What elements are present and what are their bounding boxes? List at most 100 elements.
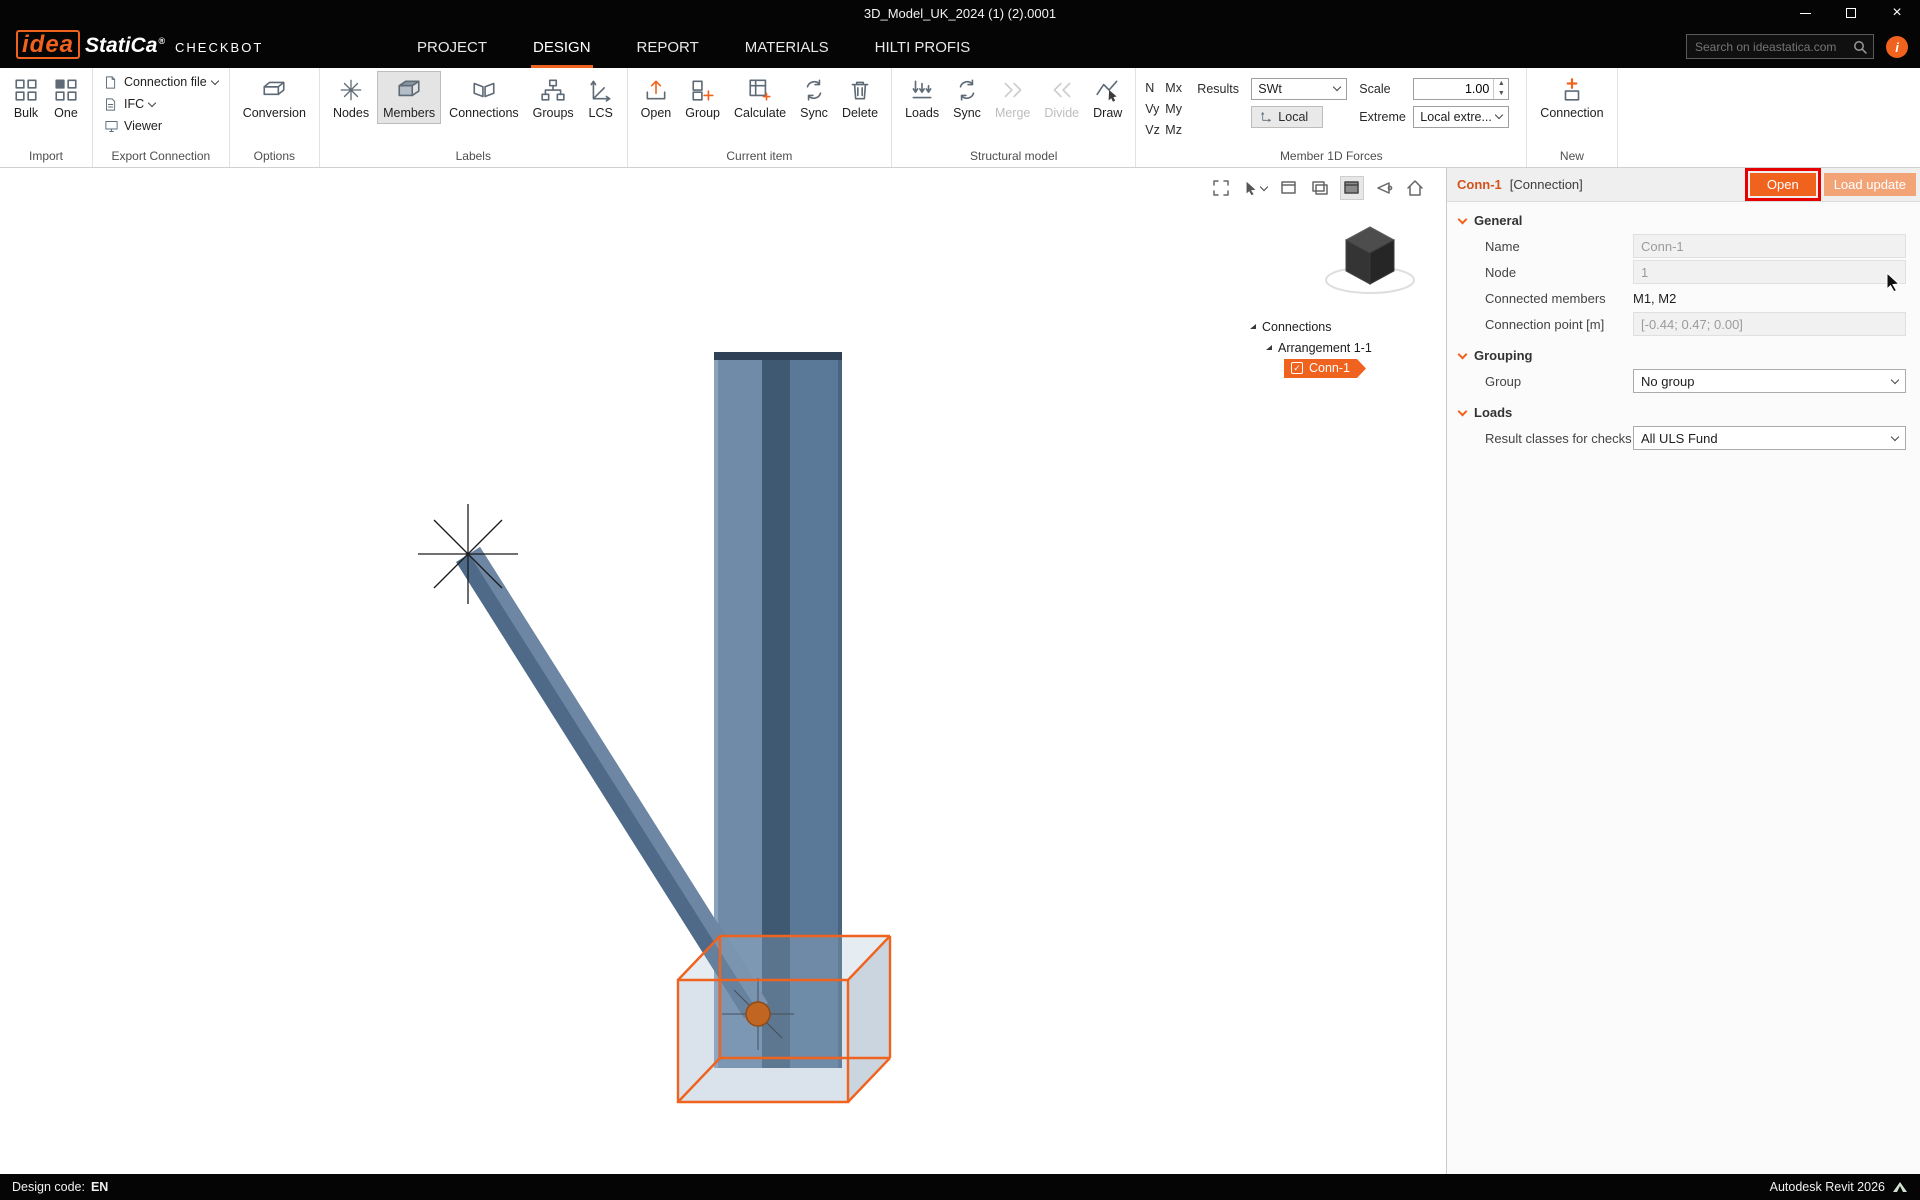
section-grouping: Grouping Group No group	[1447, 337, 1920, 394]
local-toggle-button[interactable]: Local	[1251, 106, 1323, 128]
chevron-down-icon	[1495, 111, 1503, 119]
scale-input[interactable]	[1414, 79, 1493, 99]
sync-item-button[interactable]: Sync	[794, 71, 834, 124]
result-classes-dropdown[interactable]: All ULS Fund	[1633, 426, 1906, 450]
lcs-button[interactable]: LCS	[582, 71, 620, 124]
tab-design[interactable]: DESIGN	[531, 31, 593, 68]
merge-icon	[1000, 77, 1026, 103]
tree-item-connections[interactable]: Connections	[1250, 316, 1420, 337]
view-window-2-button[interactable]	[1309, 177, 1331, 199]
close-button[interactable]: ×	[1874, 0, 1920, 26]
section-collapse-icon[interactable]	[1458, 406, 1468, 416]
title-and-menu-bar: 3D_Model_UK_2024 (1) (2).0001 × idea Sta…	[0, 0, 1920, 68]
source-app-label: Autodesk Revit 2026	[1770, 1180, 1885, 1194]
new-connection-button[interactable]: Connection	[1534, 71, 1609, 124]
bulk-button[interactable]: Bulk	[7, 71, 45, 124]
section-collapse-icon[interactable]	[1458, 214, 1468, 224]
loads-section-header[interactable]: Loads	[1447, 394, 1920, 425]
group-item-icon	[690, 77, 716, 103]
calculate-button[interactable]: Calculate	[728, 71, 792, 124]
view-windows-icon	[1311, 179, 1329, 197]
status-bar: Design code: EN Autodesk Revit 2026	[0, 1174, 1920, 1200]
open-item-button[interactable]: Open	[635, 71, 678, 124]
search-input[interactable]	[1693, 39, 1853, 55]
current-item-caption: Current item	[635, 147, 884, 167]
view-window-icon	[1280, 179, 1298, 197]
app-logo: idea StatiCa® CHECKBOT	[16, 30, 263, 59]
results-dropdown[interactable]: SWt	[1251, 78, 1347, 100]
force-my-toggle[interactable]: My	[1165, 102, 1189, 116]
section-collapse-icon[interactable]	[1458, 349, 1468, 359]
ifc-button[interactable]: IFC	[100, 93, 222, 115]
ribbon-group-member-forces: N Mx Vy My Vz Mz Results SWt	[1136, 68, 1527, 167]
view-solid-icon	[1343, 179, 1361, 197]
connection-node-sphere	[746, 1002, 770, 1026]
draw-button[interactable]: Draw	[1087, 71, 1128, 124]
nodes-icon	[338, 77, 364, 103]
home-view-button[interactable]	[1404, 177, 1426, 199]
connected-members-row: Connected members M1, M2	[1447, 285, 1920, 311]
delete-button[interactable]: Delete	[836, 71, 884, 124]
force-mz-toggle[interactable]: Mz	[1165, 123, 1189, 137]
select-mode-button[interactable]	[1241, 178, 1269, 198]
conversion-button[interactable]: Conversion	[237, 71, 312, 124]
connection-file-button[interactable]: Connection file	[100, 71, 222, 93]
tab-hilti-profis[interactable]: HILTI PROFIS	[873, 31, 973, 68]
spin-up-icon[interactable]: ▲	[1494, 79, 1508, 89]
view-cone-button[interactable]	[1373, 177, 1395, 199]
load-update-button[interactable]: Load update	[1824, 173, 1916, 196]
connection-file-icon	[104, 75, 119, 90]
grouping-section-header[interactable]: Grouping	[1447, 337, 1920, 368]
search-icon[interactable]	[1853, 40, 1867, 54]
tab-project[interactable]: PROJECT	[415, 31, 489, 68]
tree-expander-icon[interactable]	[1250, 324, 1256, 329]
group-dropdown[interactable]: No group	[1633, 369, 1906, 393]
structural-model-caption: Structural model	[899, 147, 1128, 167]
general-section-header[interactable]: General	[1447, 202, 1920, 233]
view-window-3-button[interactable]	[1340, 176, 1364, 200]
force-mx-toggle[interactable]: Mx	[1165, 81, 1189, 95]
force-vy-toggle[interactable]: Vy	[1145, 102, 1165, 116]
maximize-button[interactable]	[1828, 0, 1874, 26]
minimize-button[interactable]	[1782, 0, 1828, 26]
group-item-button[interactable]: Group	[679, 71, 726, 124]
tree-item-arrangement[interactable]: Arrangement 1-1	[1250, 337, 1420, 358]
search-box[interactable]	[1686, 34, 1874, 59]
zoom-fit-button[interactable]	[1210, 177, 1232, 199]
nodes-button[interactable]: Nodes	[327, 71, 375, 124]
loads-button[interactable]: Loads	[899, 71, 945, 124]
extreme-dropdown[interactable]: Local extre...	[1413, 106, 1509, 128]
groups-button[interactable]: Groups	[527, 71, 580, 124]
one-import-icon	[53, 77, 79, 103]
info-button[interactable]: i	[1886, 36, 1908, 58]
connections-button[interactable]: Connections	[443, 71, 525, 124]
open-connection-button[interactable]: Open	[1750, 173, 1816, 196]
structural-model-3d-scene[interactable]	[0, 168, 1446, 1174]
view-window-1-button[interactable]	[1278, 177, 1300, 199]
model-viewport[interactable]: Connections Arrangement 1-1 ✓ Conn-1	[0, 168, 1446, 1174]
force-vz-toggle[interactable]: Vz	[1145, 123, 1165, 137]
tab-report[interactable]: REPORT	[635, 31, 701, 68]
chevron-down-icon	[1891, 375, 1899, 383]
ribbon-group-import: Bulk One Import	[0, 68, 93, 167]
one-button[interactable]: One	[47, 71, 85, 124]
tree-item-conn-1[interactable]: ✓ Conn-1	[1250, 358, 1420, 379]
viewer-button[interactable]: Viewer	[100, 115, 222, 137]
ribbon-group-structural-model: Loads Sync Merge Divide Draw Structural …	[892, 68, 1136, 167]
scale-spinner[interactable]: ▲ ▼	[1493, 79, 1508, 99]
ifc-icon	[104, 97, 119, 112]
force-n-toggle[interactable]: N	[1145, 81, 1165, 95]
sync-item-icon	[801, 77, 827, 103]
spin-down-icon[interactable]: ▼	[1494, 89, 1508, 99]
sync-model-button[interactable]: Sync	[947, 71, 987, 124]
loads-icon	[909, 77, 935, 103]
properties-panel: Conn-1 [Connection] Open Load update Gen…	[1446, 168, 1920, 1174]
import-caption: Import	[7, 147, 85, 167]
conn-1-selected-banner[interactable]: ✓ Conn-1	[1284, 359, 1366, 378]
tree-expander-icon[interactable]	[1266, 345, 1272, 350]
design-code-value: EN	[91, 1180, 108, 1194]
members-button[interactable]: Members	[377, 71, 441, 124]
chevron-down-icon	[1891, 432, 1899, 440]
tab-materials[interactable]: MATERIALS	[743, 31, 831, 68]
options-caption: Options	[237, 147, 312, 167]
